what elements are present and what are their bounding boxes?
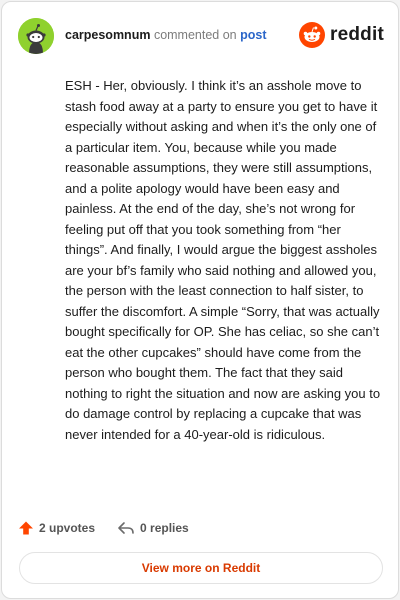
reddit-wordmark: reddit [330,24,384,45]
user-avatar[interactable] [18,18,54,54]
action-text: commented on [153,28,237,42]
post-link[interactable]: post [240,28,266,42]
comment-meta: carpesomnum commented on post [65,27,267,43]
reddit-logo[interactable]: reddit [299,20,384,50]
username-link[interactable]: carpesomnum [65,28,150,42]
upvote-arrow-icon [19,521,33,535]
comment-body: ESH - Her, obviously. I think it’s an as… [65,78,381,442]
comment-header: carpesomnum commented on post reddit [2,2,398,68]
view-more-button[interactable]: View more on Reddit [19,552,383,584]
upvote-button[interactable]: 2 upvotes [18,520,95,536]
reddit-comment-card: carpesomnum commented on post reddit ESH… [1,1,399,599]
upvote-count: 2 upvotes [39,521,96,535]
reply-arrow-icon [118,522,134,534]
reddit-snoo-icon [299,22,326,48]
comment-actions: 2 upvotes 0 replies [18,517,211,539]
reply-count: 0 replies [140,521,189,535]
reply-button[interactable]: 0 replies [117,520,189,536]
snoo-avatar-icon [18,18,54,54]
